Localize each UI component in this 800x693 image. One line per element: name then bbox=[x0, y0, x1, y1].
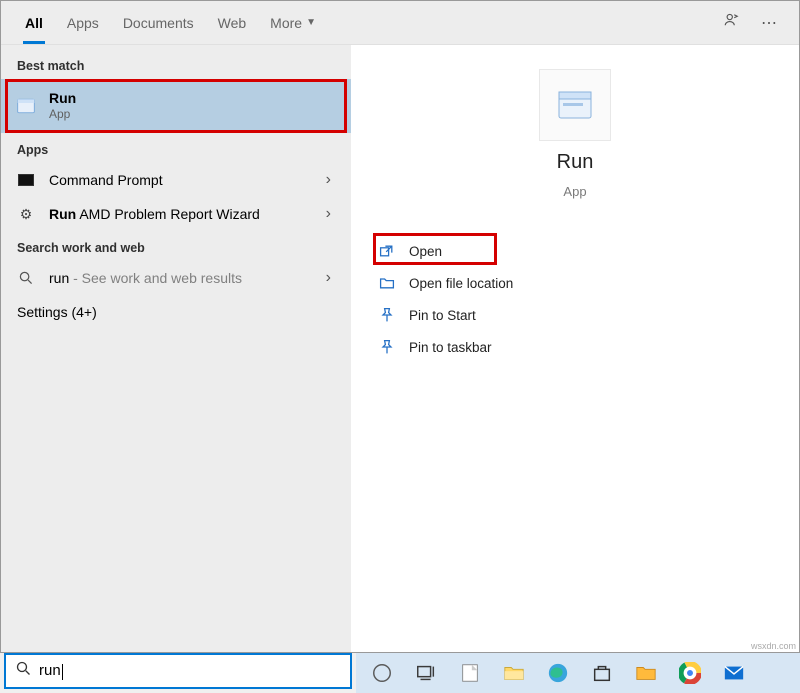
tab-documents[interactable]: Documents bbox=[111, 1, 206, 44]
taskbar-edge-icon[interactable] bbox=[538, 653, 578, 693]
search-icon bbox=[17, 269, 35, 287]
open-icon bbox=[379, 243, 395, 259]
watermark: wsxdn.com bbox=[751, 641, 796, 651]
chevron-down-icon: ▼ bbox=[306, 17, 316, 28]
chevron-right-icon[interactable]: › bbox=[322, 269, 335, 287]
taskbar-store-icon[interactable] bbox=[582, 653, 622, 693]
feedback-icon[interactable] bbox=[713, 11, 751, 34]
preview-app-icon bbox=[539, 69, 611, 141]
run-icon bbox=[17, 97, 35, 115]
windows-search-panel: All Apps Documents Web More▼ ⋯ Best matc… bbox=[0, 0, 800, 653]
action-pin-to-start[interactable]: Pin to Start bbox=[369, 299, 781, 331]
taskbar-taskview-icon[interactable] bbox=[406, 653, 446, 693]
taskbar-chrome-icon[interactable] bbox=[670, 653, 710, 693]
result-run[interactable]: Run App bbox=[1, 79, 351, 133]
results-list: Best match Run App Apps Command Prompt ›… bbox=[1, 45, 351, 652]
tab-web[interactable]: Web bbox=[206, 1, 259, 44]
taskbar bbox=[356, 653, 800, 693]
section-apps: Apps bbox=[1, 133, 351, 163]
result-title: run - See work and web results bbox=[49, 269, 322, 287]
result-web-run[interactable]: run - See work and web results › bbox=[1, 261, 351, 295]
search-query: run bbox=[39, 662, 340, 679]
taskbar-mail-icon[interactable] bbox=[714, 653, 754, 693]
tab-all[interactable]: All bbox=[13, 1, 55, 44]
tab-more[interactable]: More▼ bbox=[258, 1, 328, 44]
chevron-right-icon[interactable]: › bbox=[322, 171, 335, 189]
result-subtitle: App bbox=[49, 107, 335, 123]
folder-icon bbox=[379, 275, 395, 291]
action-open[interactable]: Open bbox=[369, 235, 781, 267]
pin-icon bbox=[379, 307, 395, 323]
action-pin-to-taskbar[interactable]: Pin to taskbar bbox=[369, 331, 781, 363]
search-input[interactable]: run bbox=[4, 653, 352, 689]
result-title: Run AMD Problem Report Wizard bbox=[49, 205, 322, 223]
gear-icon: ⚙ bbox=[17, 205, 35, 223]
taskbar-explorer-icon[interactable] bbox=[494, 653, 534, 693]
preview-subtitle: App bbox=[563, 184, 586, 199]
result-settings[interactable]: Settings (4+) bbox=[1, 295, 351, 329]
filter-tabs: All Apps Documents Web More▼ ⋯ bbox=[1, 1, 799, 45]
pin-icon bbox=[379, 339, 395, 355]
section-work-web: Search work and web bbox=[1, 231, 351, 261]
result-command-prompt[interactable]: Command Prompt › bbox=[1, 163, 351, 197]
result-preview: Run App Open Open file location Pin to S… bbox=[351, 45, 799, 652]
chevron-right-icon[interactable]: › bbox=[322, 205, 335, 223]
more-options-icon[interactable]: ⋯ bbox=[751, 13, 787, 33]
action-open-file-location[interactable]: Open file location bbox=[369, 267, 781, 299]
section-best-match: Best match bbox=[1, 49, 351, 79]
taskbar-cortana-icon[interactable] bbox=[362, 653, 402, 693]
taskbar-folder-icon[interactable] bbox=[626, 653, 666, 693]
search-icon bbox=[16, 661, 31, 681]
result-amd-wizard[interactable]: ⚙ Run AMD Problem Report Wizard › bbox=[1, 197, 351, 231]
taskbar-libreoffice-icon[interactable] bbox=[450, 653, 490, 693]
tab-apps[interactable]: Apps bbox=[55, 1, 111, 44]
result-title: Run bbox=[49, 89, 335, 107]
result-title: Command Prompt bbox=[49, 171, 322, 189]
terminal-icon bbox=[17, 171, 35, 189]
preview-title: Run bbox=[557, 151, 594, 174]
result-title: Settings (4+) bbox=[17, 303, 335, 321]
